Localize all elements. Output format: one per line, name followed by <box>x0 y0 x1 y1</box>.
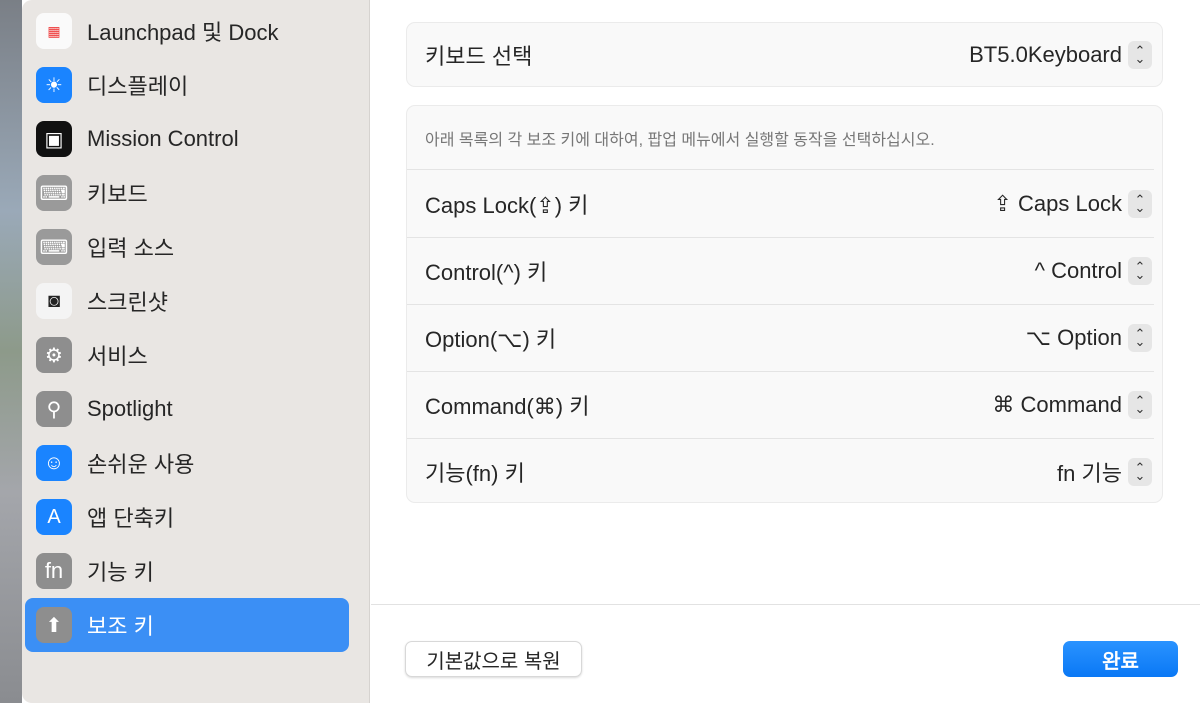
modifier-label: Command(⌘) 키 <box>425 394 590 419</box>
sidebar-item-label: Spotlight <box>87 396 173 421</box>
sidebar-item[interactable]: A 앱 단축키 <box>25 490 349 544</box>
modifier-row: Control(^) 키 ^ Control ⌃ ⌄ <box>407 237 1154 304</box>
modifier-row: Option(⌥) 키 ⌥ Option ⌃ ⌄ <box>407 304 1154 371</box>
sidebar-item[interactable]: ◙ 스크린샷 <box>25 274 349 328</box>
sidebar-item-label: Mission Control <box>87 126 239 151</box>
launchpad-icon: ▦ <box>36 13 72 49</box>
sun-icon: ☀ <box>36 67 72 103</box>
modifier-label: Caps Lock(⇪) 키 <box>425 192 589 218</box>
keyboard-select-value: BT5.0Keyboard <box>969 41 1122 67</box>
sidebar-item[interactable]: ▦ Launchpad 및 Dock <box>25 4 349 58</box>
modifier-popup[interactable]: ⇪ Caps Lock ⌃ ⌄ <box>993 189 1155 218</box>
modifier-popup[interactable]: fn 기능 ⌃ ⌄ <box>1057 456 1154 488</box>
sidebar-item-label: 앱 단축키 <box>87 506 175 531</box>
modifier-value: ⌥ Option <box>1025 325 1122 350</box>
modifier-popup[interactable]: ⌘ Command ⌃ ⌄ <box>992 391 1154 419</box>
main-panel: 키보드 선택 BT5.0Keyboard ⌃ ⌄ 아래 목록의 각 보조 키에 대하… <box>371 0 1200 703</box>
sidebar-item-label: 기능 키 <box>87 560 154 585</box>
chevron-updown-icon: ⌃ ⌄ <box>1128 391 1152 419</box>
keyboard-select-card: 키보드 선택 BT5.0Keyboard ⌃ ⌄ <box>406 22 1163 87</box>
chevron-updown-icon: ⌃ ⌄ <box>1128 324 1152 352</box>
sidebar-item[interactable]: ☀ 디스플레이 <box>25 58 349 112</box>
modifier-row: Command(⌘) 키 ⌘ Command ⌃ ⌄ <box>407 371 1154 438</box>
modifier-value: ^ Control <box>1034 258 1122 283</box>
sidebar-item[interactable]: ☺ 손쉬운 사용 <box>25 436 349 490</box>
sidebar-item[interactable]: ⚲ Spotlight <box>25 382 349 436</box>
chevron-updown-icon: ⌃ ⌄ <box>1128 458 1152 486</box>
modifier-label: 기능(fn) 키 <box>425 461 525 486</box>
sidebar-item-label: 입력 소스 <box>87 236 175 261</box>
sidebar-item-label: 서비스 <box>87 344 148 369</box>
sidebar-item[interactable]: ▣ Mission Control <box>25 112 349 166</box>
keyboard-icon: ⌨ <box>36 175 72 211</box>
modifier-value: ⇪ Caps Lock <box>993 190 1123 216</box>
sidebar-item-label: 보조 키 <box>87 614 154 639</box>
sidebar-item[interactable]: fn 기능 키 <box>25 544 349 598</box>
chevron-updown-icon: ⌃ ⌄ <box>1128 189 1152 218</box>
sidebar-item-label: 키보드 <box>87 182 148 207</box>
modifier-description: 아래 목록의 각 보조 키에 대하여, 팝업 메뉴에서 실행할 동작을 선택하십… <box>407 106 1154 170</box>
gears-icon: ⚙ <box>36 337 72 373</box>
modifier-row: Caps Lock(⇪) 키 ⇪ Caps Lock ⌃ ⌄ <box>407 170 1154 237</box>
sidebar: ▦ Launchpad 및 Dock ☀ 디스플레이 ▣ Mission Control ⌨… <box>22 0 370 703</box>
desktop-background <box>0 0 22 703</box>
modifier-label: Option(⌥) 키 <box>425 327 557 352</box>
shift-arrow-icon: ⬆ <box>36 607 72 643</box>
app-store-icon: A <box>36 499 72 535</box>
keyboard-select-label: 키보드 선택 <box>425 43 533 69</box>
sidebar-item[interactable]: ⌨ 키보드 <box>25 166 349 220</box>
modifier-keys-card: 아래 목록의 각 보조 키에 대하여, 팝업 메뉴에서 실행할 동작을 선택하십… <box>406 105 1163 503</box>
keyboard-select-row: 키보드 선택 BT5.0Keyboard ⌃ ⌄ <box>407 23 1154 86</box>
modifier-label: Control(^) 키 <box>425 260 548 285</box>
chevron-updown-icon: ⌃ ⌄ <box>1128 40 1152 69</box>
chevron-updown-icon: ⌃ ⌄ <box>1128 257 1152 285</box>
sidebar-item-label: 디스플레이 <box>87 74 189 99</box>
modifier-row: 기능(fn) 키 fn 기능 ⌃ ⌄ <box>407 438 1154 505</box>
modifier-popup[interactable]: ⌥ Option ⌃ ⌄ <box>1026 324 1154 352</box>
accessibility-icon: ☺ <box>36 445 72 481</box>
keyboard-icon: ⌨ <box>36 229 72 265</box>
keyboard-select-popup[interactable]: BT5.0Keyboard ⌃ ⌄ <box>969 40 1154 69</box>
camera-icon: ◙ <box>36 283 72 319</box>
done-button[interactable]: 완료 <box>1063 641 1178 677</box>
modifier-value: ⌘ Command <box>992 392 1122 417</box>
sidebar-item-label: 손쉬운 사용 <box>87 452 195 477</box>
sidebar-item[interactable]: ⌨ 입력 소스 <box>25 220 349 274</box>
magnifier-icon: ⚲ <box>36 391 72 427</box>
restore-defaults-button[interactable]: 기본값으로 복원 <box>405 641 582 677</box>
modifier-value: fn 기능 <box>1057 461 1122 486</box>
footer-divider <box>371 604 1200 605</box>
sidebar-item[interactable]: ⬆ 보조 키 <box>25 598 349 652</box>
sidebar-item-label: Launchpad 및 Dock <box>87 20 279 45</box>
mission-control-icon: ▣ <box>36 121 72 157</box>
sidebar-item-label: 스크린샷 <box>87 290 168 315</box>
sidebar-item[interactable]: ⚙ 서비스 <box>25 328 349 382</box>
fn-icon: fn <box>36 553 72 589</box>
modifier-popup[interactable]: ^ Control ⌃ ⌄ <box>1035 257 1154 285</box>
